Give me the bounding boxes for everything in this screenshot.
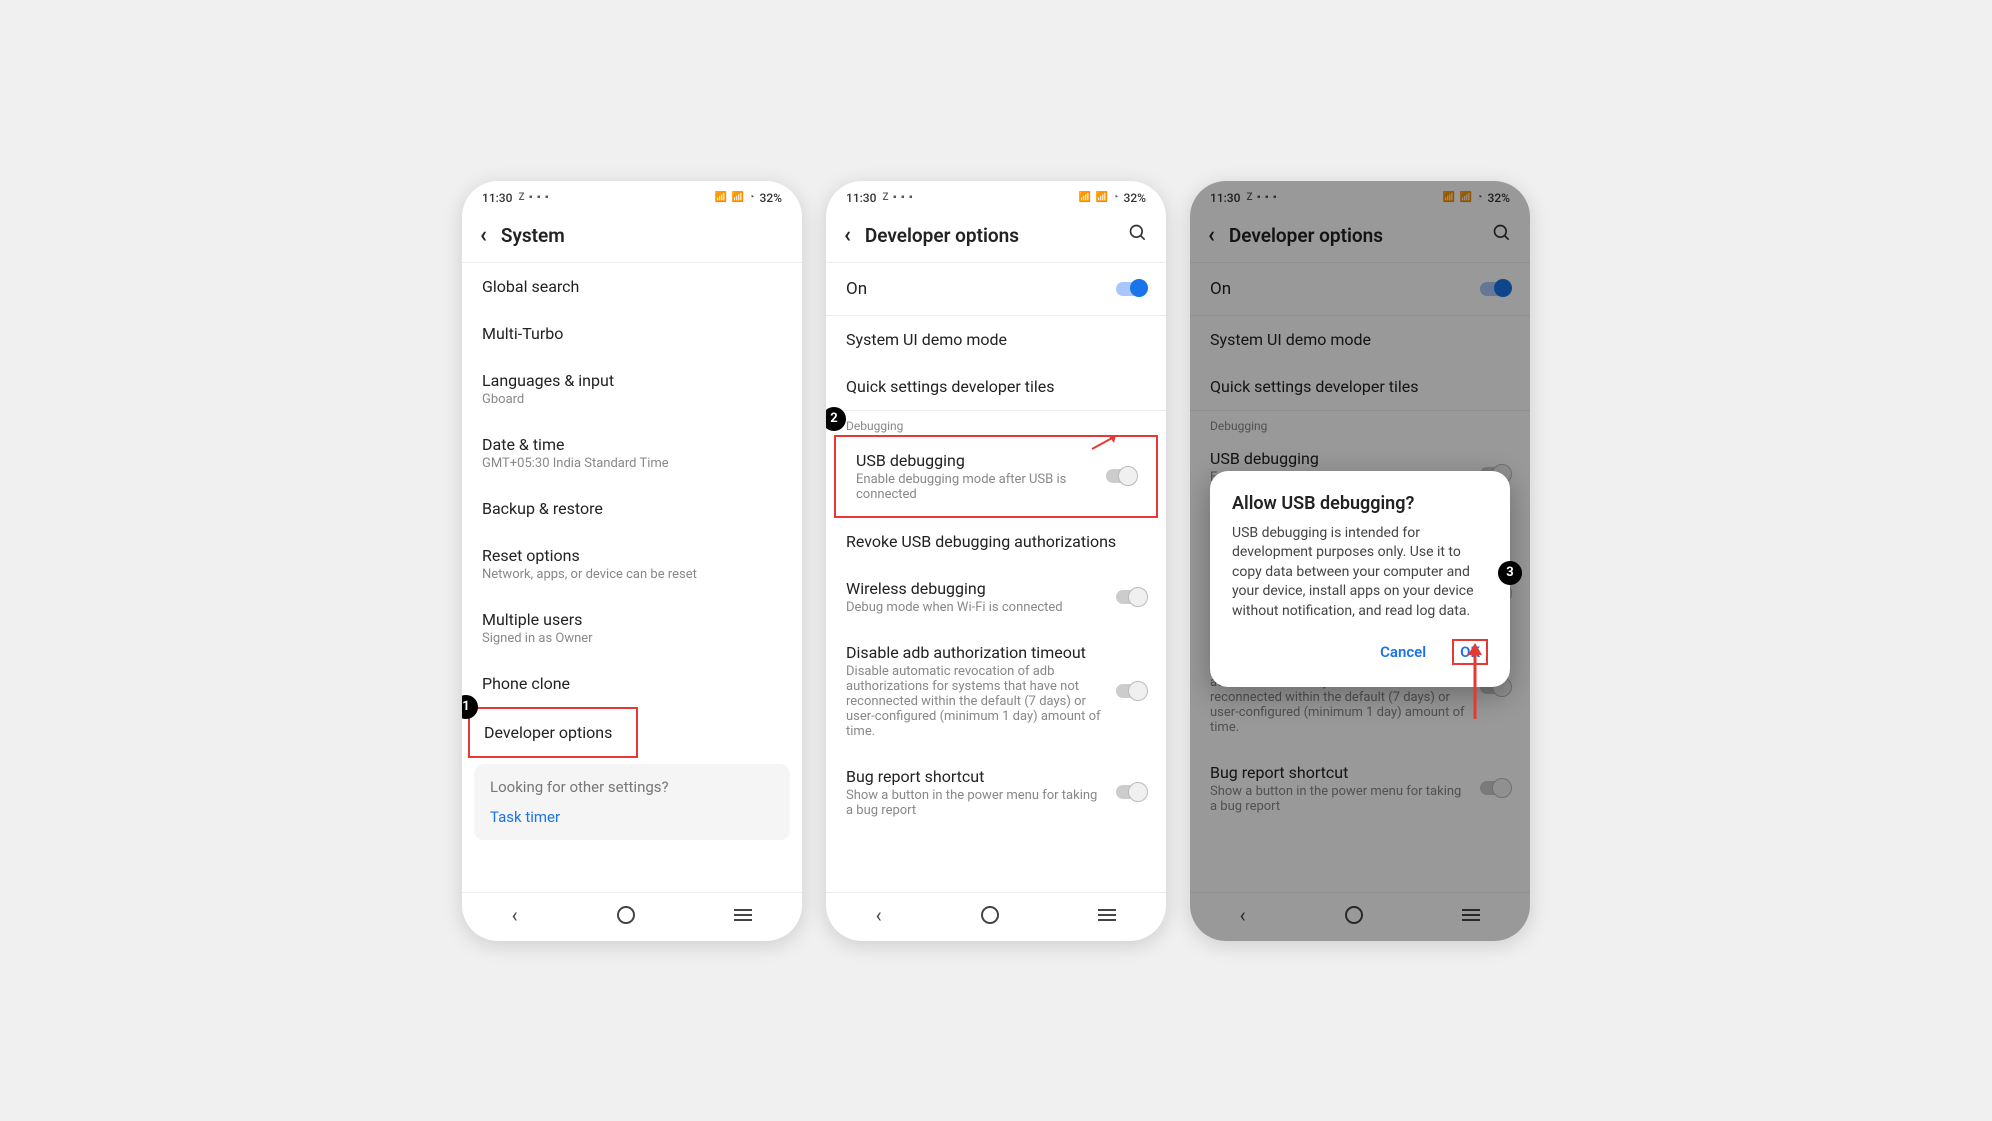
status-right-icons: 📶 📶 ◔ — [1079, 192, 1120, 203]
item-disable-adb-timeout[interactable]: Disable adb authorization timeout Disabl… — [826, 629, 1166, 753]
dialog-title: Allow USB debugging? — [1232, 493, 1488, 514]
item-usb-debugging[interactable]: USB debugging Enable debugging mode afte… — [836, 437, 1156, 516]
item-multi-turbo[interactable]: Multi-Turbo — [462, 310, 802, 357]
page-title: System — [501, 224, 784, 247]
status-bar: 11:30 Z ▪ ▪ ▪ 📶 📶 ◔ 32% — [826, 181, 1166, 209]
item-multiple-users[interactable]: Multiple users Signed in as Owner — [462, 596, 802, 660]
step-badge-3: 3 — [1498, 561, 1522, 585]
usb-debugging-dialog: Allow USB debugging? USB debugging is in… — [1210, 471, 1510, 688]
phone-screen-1: 11:30 Z ▪ ▪ ▪ 📶 📶 ◔ 32% ‹ System Global … — [462, 181, 802, 941]
item-backup-restore[interactable]: Backup & restore — [462, 485, 802, 532]
item-revoke-auth[interactable]: Revoke USB debugging authorizations — [826, 518, 1166, 565]
item-quick-settings-tiles[interactable]: Quick settings developer tiles — [826, 363, 1166, 410]
toggle-on-icon[interactable] — [1480, 282, 1510, 296]
search-help-text: Looking for other settings? — [490, 778, 774, 796]
back-icon[interactable]: ‹ — [1208, 223, 1215, 248]
item-developer-options[interactable]: Developer options — [470, 709, 636, 756]
search-icon[interactable] — [1128, 223, 1148, 248]
nav-back-icon[interactable]: ‹ — [1240, 903, 1246, 927]
search-icon[interactable] — [1492, 223, 1512, 248]
developer-options-master-toggle[interactable]: On — [826, 263, 1166, 316]
nav-back-icon[interactable]: ‹ — [512, 903, 518, 927]
status-bar: 11:30 Z ▪ ▪ ▪ 📶 📶 ◔ 32% — [1190, 181, 1530, 209]
item-languages-input[interactable]: Languages & input Gboard — [462, 357, 802, 421]
nav-home-icon[interactable] — [1345, 906, 1363, 924]
nav-back-icon[interactable]: ‹ — [876, 903, 882, 927]
item-system-ui-demo[interactable]: System UI demo mode — [1190, 316, 1530, 363]
toggle-usb-debugging[interactable] — [1106, 469, 1136, 483]
nav-bar: ‹ — [826, 892, 1166, 941]
status-battery: 32% — [760, 191, 782, 205]
item-bug-report-shortcut[interactable]: Bug report shortcut Show a button in the… — [1190, 749, 1530, 828]
page-title: Developer options — [865, 224, 1114, 247]
status-time: 11:30 — [1210, 191, 1240, 205]
nav-recent-icon[interactable] — [1098, 909, 1116, 921]
search-link-task-timer[interactable]: Task timer — [490, 808, 774, 826]
status-time: 11:30 — [846, 191, 876, 205]
header: ‹ Developer options — [826, 209, 1166, 263]
status-left-icons: Z ▪ ▪ ▪ — [518, 192, 549, 203]
status-time: 11:30 — [482, 191, 512, 205]
nav-recent-icon[interactable] — [1462, 909, 1480, 921]
item-reset-options[interactable]: Reset options Network, apps, or device c… — [462, 532, 802, 596]
search-help-box: Looking for other settings? Task timer — [474, 764, 790, 840]
item-system-ui-demo[interactable]: System UI demo mode — [826, 316, 1166, 363]
highlight-usb-debugging: USB debugging Enable debugging mode afte… — [834, 435, 1158, 518]
highlight-developer-options: Developer options — [468, 707, 638, 758]
status-left-icons: Z ▪ ▪ ▪ — [882, 192, 913, 203]
item-bug-report-shortcut[interactable]: Bug report shortcut Show a button in the… — [826, 753, 1166, 832]
dev-options-list: System UI demo mode Quick settings devel… — [826, 316, 1166, 892]
status-right-icons: 📶 📶 ◔ — [1443, 192, 1484, 203]
status-left-icons: Z ▪ ▪ ▪ — [1246, 192, 1277, 203]
settings-list: Global search Multi-Turbo Languages & in… — [462, 263, 802, 892]
section-debugging: Debugging — [826, 411, 1166, 435]
nav-home-icon[interactable] — [981, 906, 999, 924]
item-global-search[interactable]: Global search — [462, 263, 802, 310]
item-phone-clone[interactable]: Phone clone — [462, 660, 802, 707]
toggle-on-icon[interactable] — [1116, 282, 1146, 296]
dialog-body: USB debugging is intended for developmen… — [1232, 524, 1488, 622]
back-icon[interactable]: ‹ — [844, 223, 851, 248]
nav-home-icon[interactable] — [617, 906, 635, 924]
cancel-button[interactable]: Cancel — [1374, 639, 1432, 665]
nav-bar: ‹ — [1190, 892, 1530, 941]
status-battery: 32% — [1124, 191, 1146, 205]
header: ‹ System — [462, 209, 802, 263]
phone-screen-2: 11:30 Z ▪ ▪ ▪ 📶 📶 ◔ 32% ‹ Developer opti… — [826, 181, 1166, 941]
status-right-icons: 📶 📶 ◔ — [715, 192, 756, 203]
section-debugging: Debugging — [1190, 411, 1530, 435]
status-bar: 11:30 Z ▪ ▪ ▪ 📶 📶 ◔ 32% — [462, 181, 802, 209]
item-date-time[interactable]: Date & time GMT+05:30 India Standard Tim… — [462, 421, 802, 485]
ok-button[interactable]: OK — [1452, 639, 1488, 665]
nav-bar: ‹ — [462, 892, 802, 941]
item-wireless-debugging[interactable]: Wireless debugging Debug mode when Wi-Fi… — [826, 565, 1166, 629]
developer-options-master-toggle[interactable]: On — [1190, 263, 1530, 316]
nav-recent-icon[interactable] — [734, 909, 752, 921]
step-badge-2: 2 — [826, 407, 846, 431]
header: ‹ Developer options — [1190, 209, 1530, 263]
page-title: Developer options — [1229, 224, 1478, 247]
arrow-red-icon — [1090, 433, 1120, 453]
back-icon[interactable]: ‹ — [480, 223, 487, 248]
status-battery: 32% — [1488, 191, 1510, 205]
toggle-disable-adb[interactable] — [1116, 684, 1146, 698]
item-quick-settings-tiles[interactable]: Quick settings developer tiles — [1190, 363, 1530, 410]
phone-screen-3: 11:30 Z ▪ ▪ ▪ 📶 📶 ◔ 32% ‹ Developer opti… — [1190, 181, 1530, 941]
toggle-bug-report[interactable] — [1116, 785, 1146, 799]
toggle-wireless-debugging[interactable] — [1116, 590, 1146, 604]
toggle-bug-report[interactable] — [1480, 781, 1510, 795]
